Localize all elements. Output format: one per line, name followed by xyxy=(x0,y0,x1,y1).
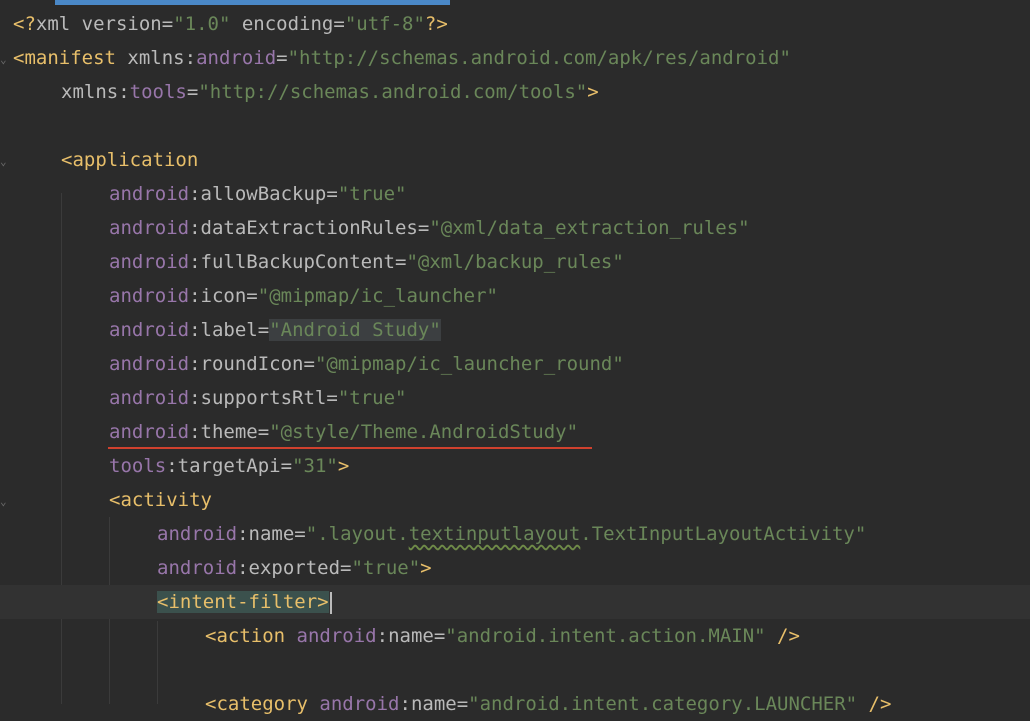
code-line: android:label="Android Study" xyxy=(109,319,441,341)
code-line: android:exported="true"> xyxy=(157,557,432,579)
code-line: android:roundIcon="@mipmap/ic_launcher_r… xyxy=(109,353,624,375)
code-line: android:fullBackupContent="@xml/backup_r… xyxy=(109,251,624,273)
code-line: <?xml version="1.0" encoding="utf-8"?> xyxy=(13,13,448,35)
code-line: <manifest xmlns:android="http://schemas.… xyxy=(13,47,791,69)
code-line: <category android:name="android.intent.c… xyxy=(205,693,892,715)
code-line: android:dataExtractionRules="@xml/data_e… xyxy=(109,217,750,239)
code-line: android:name=".layout.textinputlayout.Te… xyxy=(157,523,867,545)
code-line: <application xyxy=(61,149,199,171)
text-caret xyxy=(329,591,332,614)
code-line: android:icon="@mipmap/ic_launcher" xyxy=(109,285,498,307)
code-line: android:allowBackup="true" xyxy=(109,183,407,205)
spelling-squiggle: textinputlayout xyxy=(408,523,581,545)
current-code-line: <intent-filter> xyxy=(0,585,1030,619)
matched-tag: <intent-filter> xyxy=(157,591,329,613)
label-value-folded: "Android Study" xyxy=(269,319,441,341)
code-line: tools:targetApi="31"> xyxy=(109,455,350,477)
code-line: <activity xyxy=(109,489,212,511)
code-line: <action android:name="android.intent.act… xyxy=(205,625,800,647)
code-line: android:supportsRtl="true" xyxy=(109,387,407,409)
code-line: xmlns:tools="http://schemas.android.com/… xyxy=(61,81,599,103)
editor-tab-indicator xyxy=(55,0,450,5)
code-line: android:theme="@style/Theme.AndroidStudy… xyxy=(109,421,579,443)
